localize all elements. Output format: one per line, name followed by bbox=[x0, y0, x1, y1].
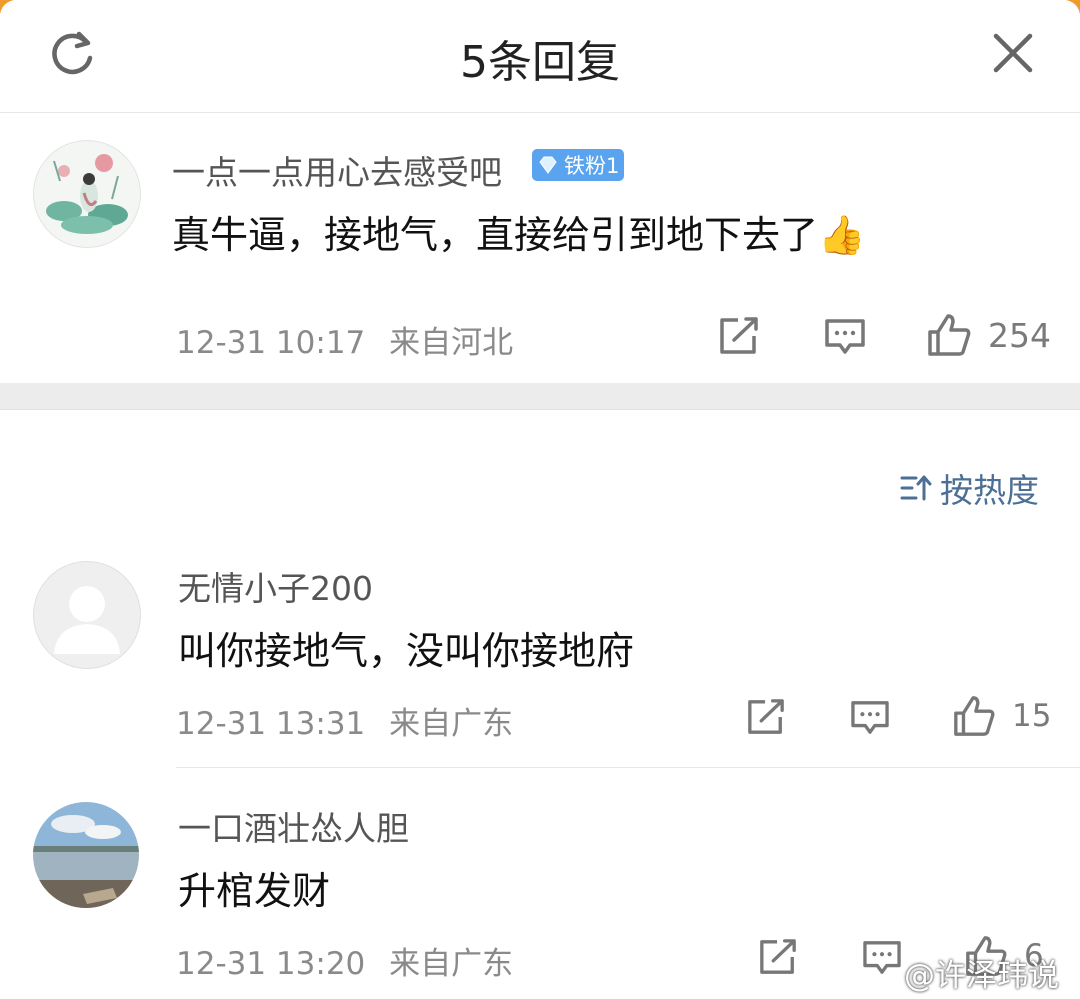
sort-label: 按热度 bbox=[940, 471, 1039, 510]
reply-meta: 12-31 13:20 来自广东 bbox=[176, 938, 513, 983]
like-icon[interactable] bbox=[926, 312, 972, 358]
comment-location: 来自河北 bbox=[389, 325, 514, 361]
reply-time: 12-31 13:20 bbox=[176, 946, 366, 982]
replies-sheet: 5条回复 一点一点用心去感受吧 铁粉1 真牛逼，接地气，直接给引到地下去了👍 1… bbox=[0, 0, 1080, 999]
avatar[interactable] bbox=[33, 140, 141, 248]
reply-location: 来自广东 bbox=[389, 706, 514, 742]
sheet-header: 5条回复 bbox=[0, 0, 1080, 113]
reply-username[interactable]: 无情小子200 bbox=[178, 562, 373, 610]
comment-icon[interactable] bbox=[850, 700, 890, 736]
share-icon[interactable] bbox=[746, 698, 786, 736]
comment-time: 12-31 10:17 bbox=[176, 325, 366, 361]
share-icon[interactable] bbox=[758, 938, 798, 976]
fan-badge: 铁粉1 bbox=[532, 149, 624, 181]
comment-icon[interactable] bbox=[862, 940, 902, 976]
comment-username[interactable]: 一点一点用心去感受吧 bbox=[172, 146, 502, 194]
avatar[interactable] bbox=[33, 561, 141, 669]
lake-avatar-image bbox=[33, 802, 139, 908]
reply-text: 升棺发财 bbox=[178, 869, 331, 913]
comment-meta: 12-31 10:17 来自河北 bbox=[176, 317, 513, 362]
reply-time: 12-31 13:31 bbox=[176, 706, 366, 742]
reply-meta: 12-31 13:31 来自广东 bbox=[176, 698, 513, 743]
sort-button[interactable]: 按热度 bbox=[900, 464, 1039, 512]
comment-icon[interactable] bbox=[824, 318, 866, 356]
lotus-avatar-image bbox=[34, 141, 140, 247]
reply-username[interactable]: 一口酒壮怂人胆 bbox=[178, 802, 409, 850]
like-count: 15 bbox=[1012, 698, 1052, 734]
watermark: @许泽玮说 bbox=[904, 958, 1059, 994]
comment-text: 真牛逼，接地气，直接给引到地下去了👍 bbox=[172, 213, 866, 257]
close-icon[interactable] bbox=[988, 28, 1038, 78]
page-title: 5条回复 bbox=[460, 37, 620, 88]
like-count: 254 bbox=[988, 316, 1051, 355]
diamond-icon bbox=[539, 156, 557, 174]
reply-separator bbox=[176, 767, 1080, 768]
badge-label: 铁粉1 bbox=[564, 154, 620, 178]
avatar[interactable] bbox=[33, 802, 139, 908]
share-icon[interactable] bbox=[718, 316, 760, 356]
reply-location: 来自广东 bbox=[389, 946, 514, 982]
reply-text: 叫你接地气，没叫你接地府 bbox=[178, 629, 635, 673]
default-user-icon bbox=[54, 586, 120, 654]
section-divider bbox=[0, 383, 1080, 410]
sort-icon bbox=[900, 475, 932, 501]
like-icon[interactable] bbox=[952, 694, 996, 738]
